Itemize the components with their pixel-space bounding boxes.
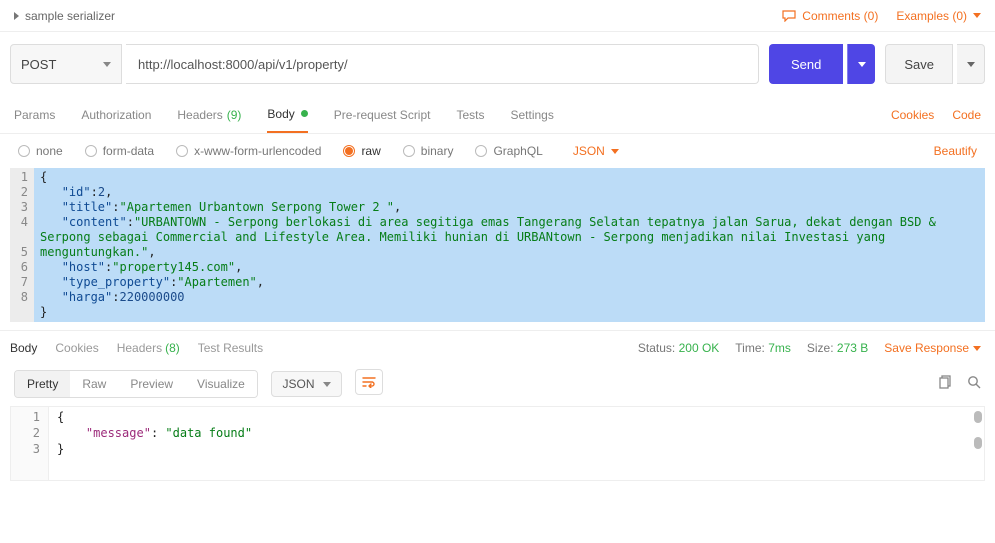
body-type-xwww[interactable]: x-www-form-urlencoded — [176, 144, 321, 158]
tab-body[interactable]: Body — [267, 96, 307, 133]
body-type-none[interactable]: none — [18, 144, 63, 158]
expand-icon — [14, 12, 19, 20]
tab-headers[interactable]: Headers(9) — [177, 96, 241, 133]
caret-down-icon — [103, 62, 111, 67]
tab-title-text: sample serializer — [25, 9, 115, 23]
tab-prerequest[interactable]: Pre-request Script — [334, 96, 431, 133]
response-tab-cookies[interactable]: Cookies — [55, 341, 98, 355]
beautify-link[interactable]: Beautify — [934, 144, 977, 158]
caret-down-icon — [967, 62, 975, 67]
method-dropdown[interactable]: POST — [10, 44, 122, 84]
send-button[interactable]: Send — [769, 44, 843, 84]
url-input[interactable] — [126, 44, 759, 84]
caret-down-icon — [973, 13, 981, 18]
comment-icon — [782, 10, 796, 22]
time-label: Time: 7ms — [735, 341, 791, 355]
send-dropdown[interactable] — [847, 44, 875, 84]
cookies-link[interactable]: Cookies — [891, 108, 934, 122]
caret-down-icon — [323, 382, 331, 387]
tab-settings[interactable]: Settings — [511, 96, 554, 133]
response-view-switch: Pretty Raw Preview Visualize — [14, 370, 258, 398]
tab-tests[interactable]: Tests — [456, 96, 484, 133]
method-label: POST — [21, 57, 56, 72]
body-format-dropdown[interactable]: JSON — [573, 144, 619, 158]
request-body-editor[interactable]: 12345678 { "id":2, "title":"Apartemen Ur… — [10, 168, 985, 322]
radio-icon — [343, 145, 355, 157]
save-response-dropdown[interactable]: Save Response — [884, 341, 981, 355]
caret-down-icon — [858, 62, 866, 67]
size-label: Size: 273 B — [807, 341, 868, 355]
body-type-binary[interactable]: binary — [403, 144, 454, 158]
caret-down-icon — [973, 346, 981, 351]
caret-down-icon — [611, 149, 619, 154]
response-tab-body[interactable]: Body — [10, 341, 37, 355]
tab-title[interactable]: sample serializer — [14, 9, 115, 23]
response-tab-headers[interactable]: Headers(8) — [117, 341, 180, 355]
view-pretty[interactable]: Pretty — [15, 371, 70, 397]
body-type-graphql[interactable]: GraphQL — [475, 144, 542, 158]
copy-icon — [939, 375, 953, 389]
view-visualize[interactable]: Visualize — [185, 371, 257, 397]
wrap-lines-button[interactable] — [355, 369, 383, 395]
search-response-button[interactable] — [967, 375, 981, 392]
response-body-code[interactable]: { "message": "data found" } — [49, 407, 984, 480]
response-gutter: 123 — [11, 407, 49, 480]
examples-dropdown[interactable]: Examples (0) — [896, 9, 981, 23]
modified-dot-icon — [301, 110, 308, 117]
scrollbar[interactable] — [974, 437, 982, 449]
view-preview[interactable]: Preview — [118, 371, 185, 397]
view-raw[interactable]: Raw — [70, 371, 118, 397]
radio-icon — [403, 145, 415, 157]
comments-link[interactable]: Comments (0) — [782, 9, 878, 23]
examples-label: Examples (0) — [896, 9, 967, 23]
radio-icon — [475, 145, 487, 157]
radio-icon — [18, 145, 30, 157]
comments-label: Comments (0) — [802, 9, 878, 23]
save-dropdown[interactable] — [957, 44, 985, 84]
copy-response-button[interactable] — [939, 375, 953, 392]
radio-icon — [176, 145, 188, 157]
body-type-formdata[interactable]: form-data — [85, 144, 154, 158]
response-body-editor[interactable]: 123 { "message": "data found" } — [10, 406, 985, 481]
search-icon — [967, 375, 981, 389]
line-gutter: 12345678 — [10, 168, 34, 322]
body-type-raw[interactable]: raw — [343, 144, 380, 158]
request-body-code[interactable]: { "id":2, "title":"Apartemen Urbantown S… — [34, 168, 985, 322]
response-tab-testresults[interactable]: Test Results — [198, 341, 263, 355]
scrollbar[interactable] — [974, 411, 982, 423]
save-button[interactable]: Save — [885, 44, 953, 84]
wrap-icon — [362, 376, 376, 388]
response-format-dropdown[interactable]: JSON — [271, 371, 341, 397]
tab-params[interactable]: Params — [14, 96, 55, 133]
status-label: Status: 200 OK — [638, 341, 719, 355]
radio-icon — [85, 145, 97, 157]
code-link[interactable]: Code — [952, 108, 981, 122]
tab-authorization[interactable]: Authorization — [81, 96, 151, 133]
